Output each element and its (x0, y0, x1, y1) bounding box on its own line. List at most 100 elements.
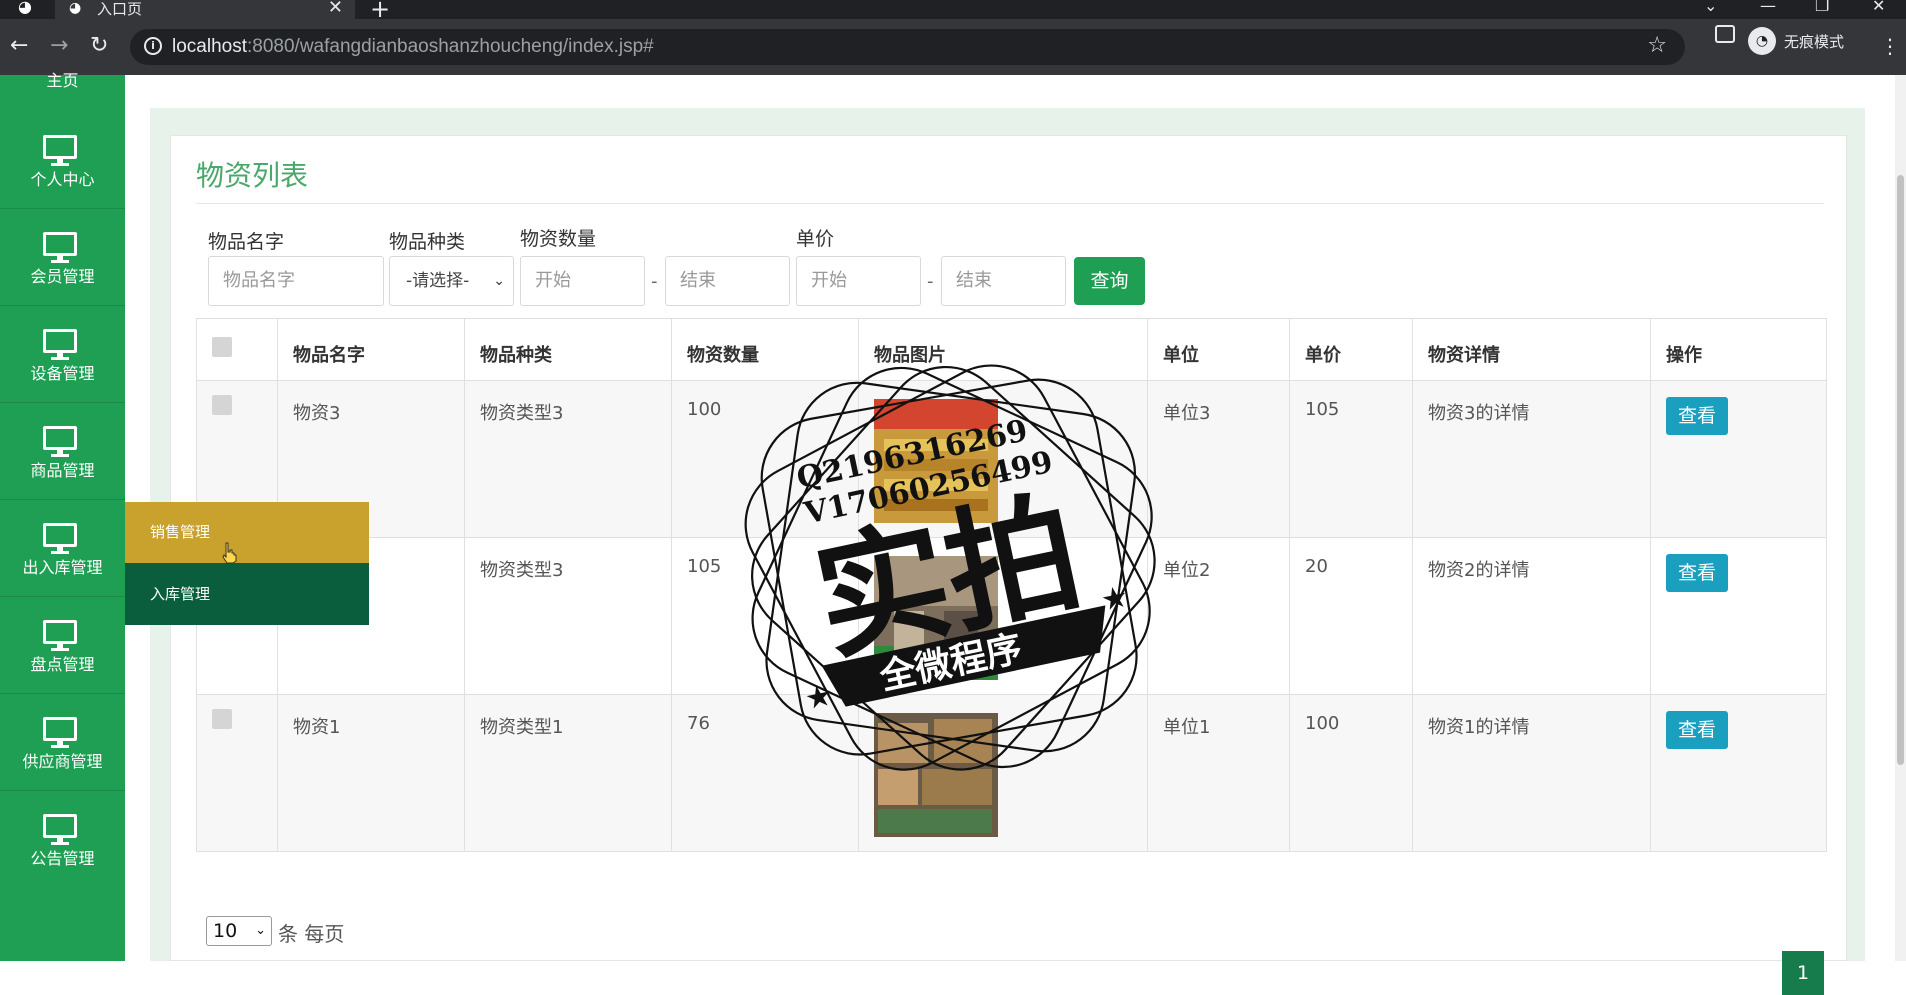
cell-price: 100 (1289, 694, 1413, 852)
page-title: 物资列表 (196, 159, 309, 192)
reload-icon[interactable]: ↻ (90, 32, 108, 60)
column-header: 物品种类 (464, 318, 672, 381)
sidebar-item-label: 设备管理 (30, 364, 95, 383)
row-checkbox[interactable] (212, 709, 232, 729)
address-bar[interactable]: i localhost:8080/wafangdianbaoshanzhouch… (130, 29, 1685, 65)
submenu-item-stock-in[interactable]: 入库管理 (125, 563, 369, 625)
qty-filter-label: 物资数量 (520, 228, 597, 250)
cell-qty: 105 (671, 537, 859, 695)
minimize-icon[interactable]: — (1760, 0, 1776, 14)
scrollbar-thumb[interactable] (1897, 175, 1904, 765)
column-header: 操作 (1650, 318, 1827, 381)
sidebar-item-label: 商品管理 (30, 461, 95, 480)
name-filter-input[interactable]: 物品名字 (208, 256, 384, 306)
row-select-cell (196, 694, 278, 852)
cell-type: 物资类型3 (464, 537, 672, 695)
cell-detail: 物资2的详情 (1412, 537, 1651, 695)
table-header-row: 物品名字 物品种类 物资数量 物品图片 单位 单价 物资详情 操作 (196, 318, 1827, 381)
browser-toolbar: ← → ↻ i localhost:8080/wafangdianbaoshan… (0, 19, 1906, 75)
side-panel-icon[interactable] (1715, 25, 1735, 43)
sidebar-item-announcements[interactable]: 公告管理 (0, 791, 125, 888)
column-header: 物品名字 (277, 318, 465, 381)
cell-image (858, 380, 1148, 538)
page-size-suffix: 条 每页 (278, 922, 345, 946)
tab-close-icon[interactable]: ✕ (328, 0, 343, 17)
page: 主页 个人中心 会员管理 设备管理 商品管理 出入库管理 盘点管理 供应商管理 (0, 71, 1906, 995)
cell-action: 查看 (1650, 537, 1827, 695)
query-button[interactable]: 查询 (1074, 257, 1145, 305)
monitor-icon (43, 814, 77, 845)
sidebar-item-goods[interactable]: 商品管理 (0, 403, 125, 500)
qty-start-input[interactable]: 开始 (520, 256, 645, 306)
incognito-icon: ◔ (1748, 27, 1776, 55)
sidebar-item-home-partial[interactable]: 主页 (0, 71, 125, 91)
back-icon[interactable]: ← (10, 32, 28, 60)
submenu-item-sales[interactable]: 销售管理 (125, 502, 369, 563)
sidebar-item-label: 会员管理 (30, 267, 95, 286)
close-window-icon[interactable]: ✕ (1872, 0, 1885, 14)
sidebar-item-label: 公告管理 (30, 849, 95, 868)
view-button[interactable]: 查看 (1666, 711, 1728, 749)
goods-list-panel: 物资列表 物品名字 物品名字 物品种类 -请选择- ⌄ 物资数量 开始 - 结束… (170, 135, 1847, 995)
goods-image (874, 399, 998, 523)
qty-range-separator: - (651, 271, 658, 292)
cell-detail: 物资1的详情 (1412, 694, 1651, 852)
new-tab-icon[interactable]: + (370, 0, 390, 21)
forward-icon[interactable]: → (50, 32, 68, 60)
goods-table: 物品名字 物品种类 物资数量 物品图片 单位 单价 物资详情 操作 物资3 物资… (196, 318, 1827, 852)
browser-tab-strip: ◕ ◕ 入口页 ✕ + ⌄ — ❐ ✕ (0, 0, 1906, 21)
cell-action: 查看 (1650, 380, 1827, 538)
sidebar-item-inventory-io[interactable]: 出入库管理 (0, 500, 125, 597)
name-filter-label: 物品名字 (208, 231, 285, 253)
page-size-select[interactable]: 10 ⌄ (206, 916, 272, 946)
column-header: 物资数量 (671, 318, 859, 381)
type-filter-select[interactable]: -请选择- ⌄ (389, 256, 514, 306)
cell-type: 物资类型3 (464, 380, 672, 538)
url-text[interactable]: localhost:8080/wafangdianbaoshanzhouchen… (172, 36, 654, 58)
monitor-icon (43, 717, 77, 748)
chevron-down-icon: ⌄ (493, 273, 505, 289)
site-info-icon[interactable]: i (144, 37, 162, 55)
column-header: 单位 (1147, 318, 1290, 381)
sidebar-item-members[interactable]: 会员管理 (0, 209, 125, 306)
sidebar-item-label: 个人中心 (30, 170, 95, 189)
cell-qty: 100 (671, 380, 859, 538)
page-scrollbar[interactable] (1895, 75, 1906, 961)
title-divider (196, 203, 1824, 204)
cell-unit: 单位3 (1147, 380, 1290, 538)
sidebar-item-devices[interactable]: 设备管理 (0, 306, 125, 403)
restore-icon[interactable]: ❐ (1815, 0, 1829, 14)
sidebar-item-label: 盘点管理 (30, 655, 95, 674)
hand-cursor-icon (222, 542, 237, 564)
tab-search-icon[interactable]: ⌄ (1704, 0, 1717, 14)
cell-image (858, 694, 1148, 852)
price-start-input[interactable]: 开始 (796, 256, 921, 306)
row-checkbox[interactable] (212, 395, 232, 415)
sidebar-item-suppliers[interactable]: 供应商管理 (0, 694, 125, 791)
qty-end-input[interactable]: 结束 (665, 256, 790, 306)
tab-favicon-icon: ◕ (69, 0, 82, 16)
cell-price: 105 (1289, 380, 1413, 538)
monitor-icon (43, 523, 77, 554)
sidebar-item-stocktake[interactable]: 盘点管理 (0, 597, 125, 694)
monitor-icon (43, 135, 77, 166)
table-row: 物资1 物资类型1 76 单位1 100 物资1的详情 查看 (196, 694, 1827, 852)
monitor-icon (43, 232, 77, 263)
price-range-separator: - (927, 271, 934, 292)
price-end-input[interactable]: 结束 (941, 256, 1066, 306)
incognito-label: 无痕模式 (1784, 33, 1845, 51)
chevron-down-icon: ⌄ (255, 923, 266, 938)
browser-menu-icon[interactable]: ⋮ (1880, 36, 1900, 56)
type-filter-label: 物品种类 (389, 231, 466, 253)
select-all-checkbox[interactable] (212, 337, 232, 357)
sidebar-item-personal-center[interactable]: 个人中心 (0, 112, 125, 209)
view-button[interactable]: 查看 (1666, 397, 1728, 435)
pagination-current-page[interactable]: 1 (1782, 951, 1824, 995)
column-header: 物品图片 (858, 318, 1148, 381)
table-row: 物资类型3 105 单位2 20 物资2的详情 查看 (196, 537, 1827, 695)
bookmark-star-icon[interactable]: ☆ (1647, 33, 1667, 58)
page-size-value: 10 (213, 920, 238, 942)
view-button[interactable]: 查看 (1666, 554, 1728, 592)
cell-detail: 物资3的详情 (1412, 380, 1651, 538)
browser-tab[interactable]: ◕ 入口页 ✕ (55, 0, 355, 19)
